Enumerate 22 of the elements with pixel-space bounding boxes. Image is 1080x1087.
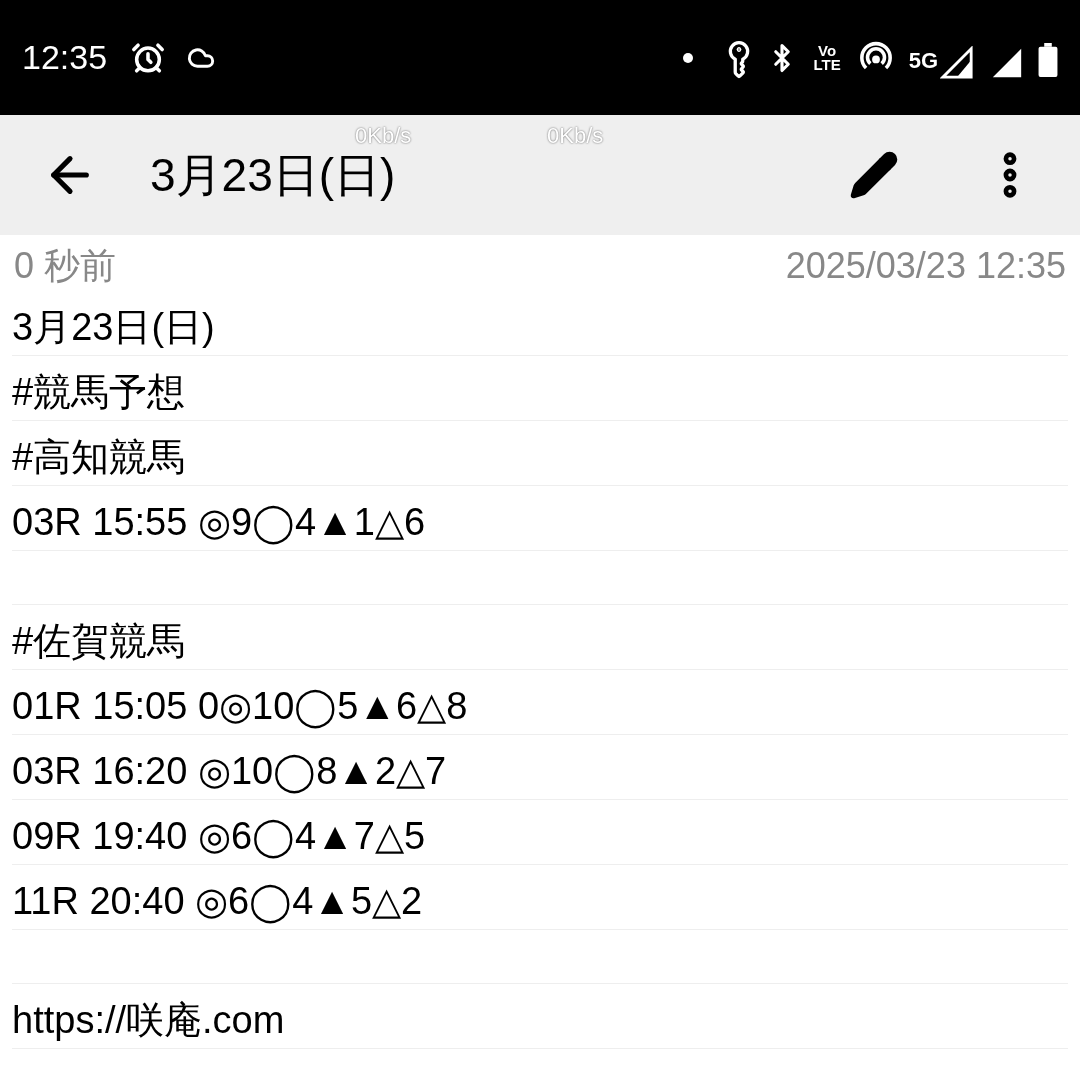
speed-overlay: 0Kb/s — [355, 125, 412, 147]
volte-label: LTE — [813, 57, 841, 72]
edited-time: 0 秒前 — [14, 244, 117, 288]
volte-label: Vo — [818, 43, 837, 58]
note-line: #佐賀競馬 — [12, 619, 186, 664]
note-line: 03R 16:20 ◎10◯8▲2△7 — [12, 749, 447, 796]
note-timestamp: 2025/03/23 12:35 — [785, 244, 1066, 288]
note-line: 03R 15:55 ◎9◯4▲1△6 — [12, 500, 426, 547]
note-line: #競馬予想 — [12, 370, 186, 415]
clock-time: 12:35 — [22, 37, 108, 78]
note-line: 11R 20:40 ◎6◯4▲5△2 — [12, 879, 423, 926]
network-label: 5G — [908, 47, 938, 75]
note-line: 09R 19:40 ◎6◯4▲7△5 — [12, 814, 426, 861]
note-line: https://咲庵.com — [12, 998, 285, 1043]
alarm-icon — [131, 40, 166, 75]
note-line: 3月23日(日) — [12, 305, 215, 350]
edit-icon[interactable] — [848, 149, 900, 201]
signal-icon — [940, 45, 974, 80]
note-line: 01R 15:05 0◎10◯5▲6△8 — [12, 684, 468, 731]
speed-overlay: 0Kb/s — [547, 125, 604, 147]
battery-icon — [1038, 42, 1058, 77]
note-line: #高知競馬 — [12, 435, 186, 480]
